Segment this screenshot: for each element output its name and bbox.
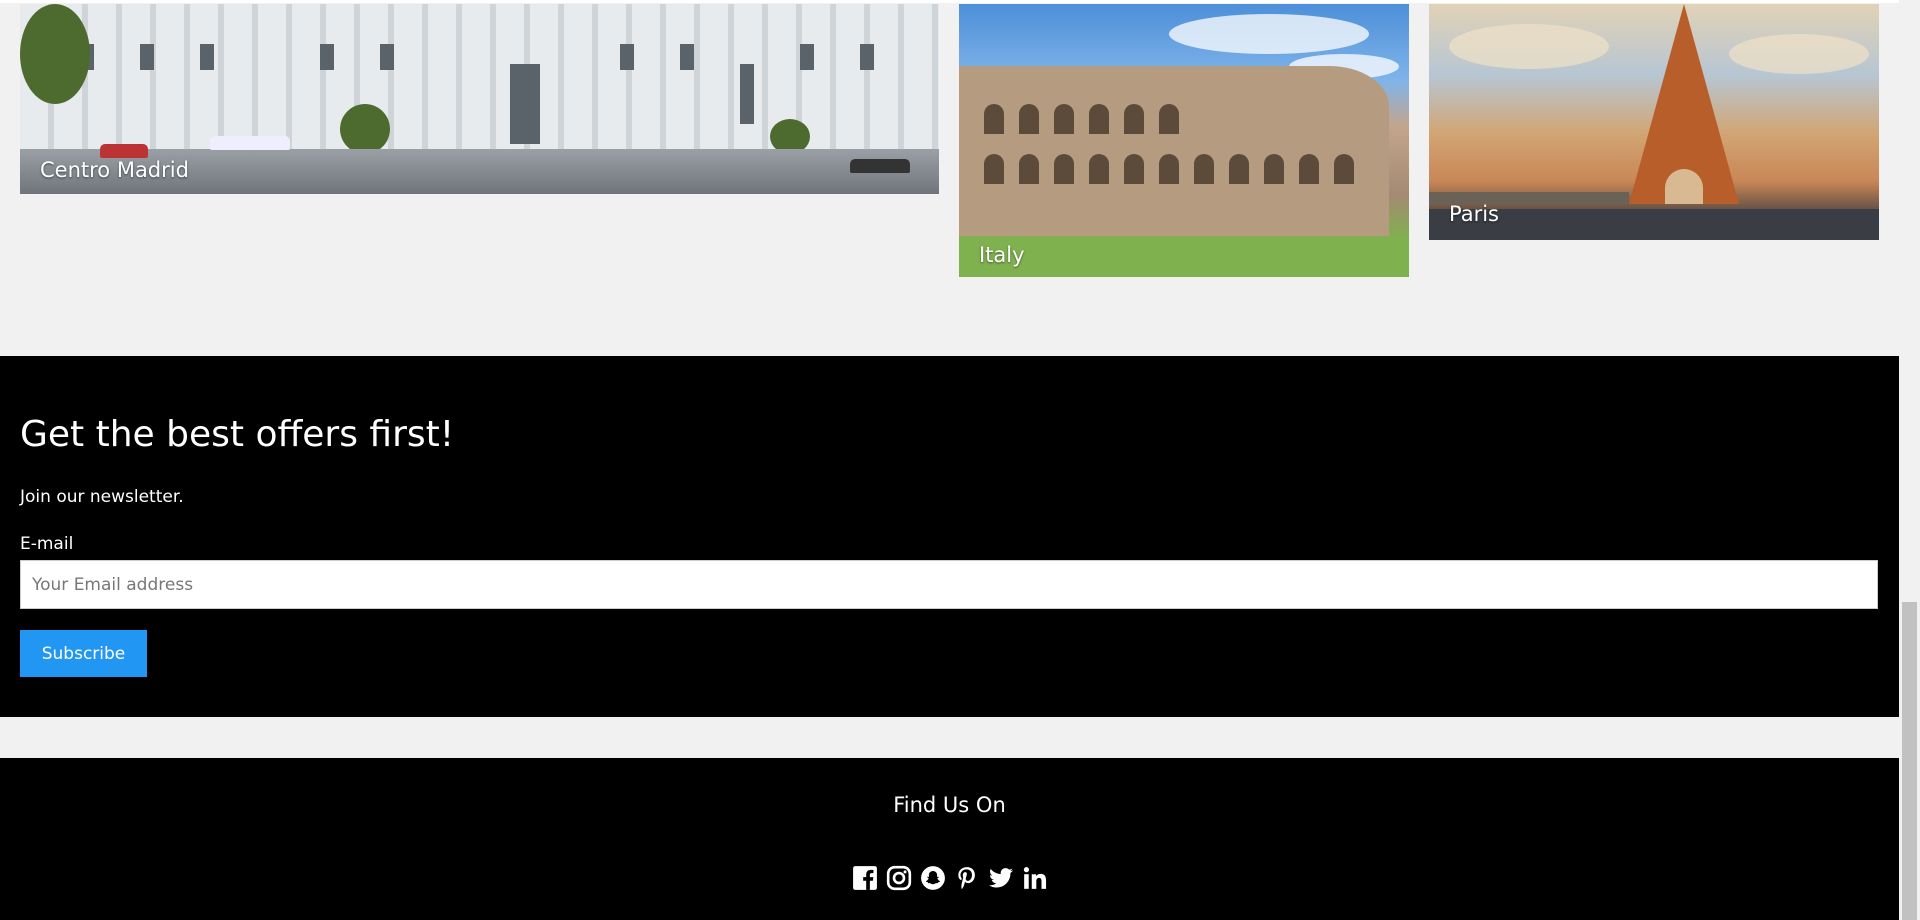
pinterest-icon[interactable] — [953, 864, 981, 892]
email-label: E-mail — [20, 534, 74, 554]
subscribe-button[interactable]: Subscribe — [20, 630, 147, 677]
newsletter-title: Get the best offers first! — [20, 414, 455, 455]
instagram-icon[interactable] — [885, 864, 913, 892]
destination-card-paris[interactable]: Paris — [1429, 4, 1879, 240]
destination-caption: Italy — [979, 243, 1025, 267]
colosseum-image — [959, 66, 1389, 236]
destination-caption: Paris — [1449, 202, 1499, 226]
destination-caption: Centro Madrid — [40, 158, 189, 182]
scrollbar-thumb[interactable] — [1902, 602, 1917, 920]
newsletter-subtitle: Join our newsletter. — [20, 487, 184, 507]
find-us-title: Find Us On — [893, 793, 1006, 817]
top-border — [0, 0, 1899, 3]
social-links — [0, 864, 1899, 892]
footer: Find Us On — [0, 758, 1899, 920]
twitter-icon[interactable] — [987, 864, 1015, 892]
email-input[interactable] — [20, 560, 1878, 609]
linkedin-icon[interactable] — [1021, 864, 1049, 892]
facebook-icon[interactable] — [851, 864, 879, 892]
vertical-scrollbar[interactable] — [1899, 0, 1920, 920]
newsletter-section: Get the best offers first! Join our news… — [0, 356, 1899, 717]
snapchat-icon[interactable] — [919, 864, 947, 892]
destination-card-italy[interactable]: Italy — [959, 4, 1409, 277]
page: Centro Madrid Italy Paris Get the best o… — [0, 0, 1899, 920]
destination-card-madrid[interactable]: Centro Madrid — [20, 4, 939, 194]
